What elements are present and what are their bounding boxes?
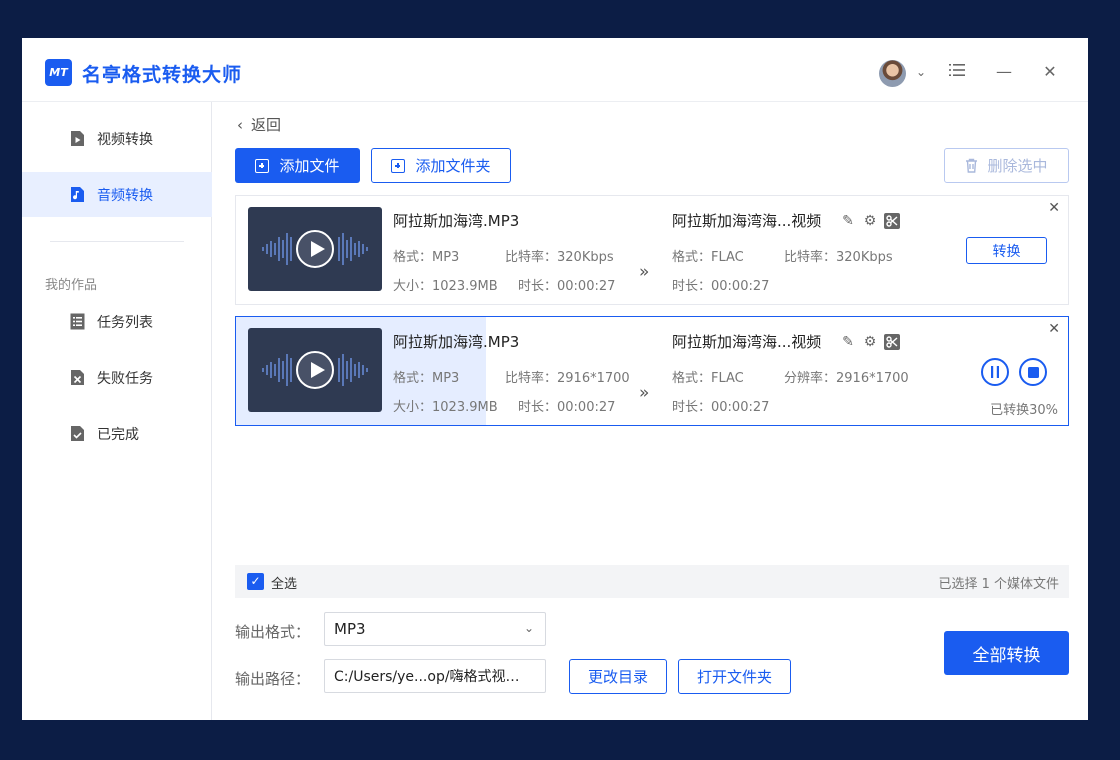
back-label: 返回 [251,116,282,134]
task-card[interactable]: 阿拉斯加海湾.MP3 格式：MP3 比特率：320Kbps 大小：1023.9M… [235,195,1069,305]
sidebar: 视频转换 音频转换 我的作品 任务列表 失败任务 已完成 [22,102,212,720]
user-avatar[interactable] [879,60,906,87]
pause-icon [990,366,1000,378]
conversion-status: 已转换30% [990,403,1058,418]
output-format-label: 输出格式： [235,623,311,641]
sidebar-item-label: 已完成 [97,426,139,443]
add-folder-label: 添加文件夹 [415,157,491,175]
source-duration: 时长：00:00:27 [518,279,616,294]
plus-icon [255,158,270,173]
source-file-name: 阿拉斯加海湾.MP3 [393,212,520,230]
thumbnail [248,207,382,291]
output-duration: 时长：00:00:27 [672,279,770,294]
gear-icon[interactable]: ⚙ [862,213,878,229]
plus-icon [391,158,406,173]
output-format: 格式：FLAC [672,371,744,386]
sidebar-item-failed-tasks[interactable]: 失败任务 [22,355,212,400]
change-directory-button[interactable]: 更改目录 [569,659,667,694]
select-all-checkbox[interactable]: ✓ [247,573,264,590]
output-format-value: MP3 [334,620,366,638]
convert-all-button[interactable]: 全部转换 [944,631,1069,675]
sidebar-item-completed[interactable]: 已完成 [22,411,212,456]
open-folder-button[interactable]: 打开文件夹 [678,659,791,694]
pause-button[interactable] [981,358,1009,386]
source-size: 大小：1023.9MB [393,400,498,415]
close-icon[interactable]: ✕ [1038,60,1062,84]
edit-icon[interactable]: ✎ [840,334,856,350]
output-file-name: 阿拉斯加海湾海...视频 [672,212,822,230]
sidebar-divider [50,241,184,242]
task-card-selected[interactable]: 阿拉斯加海湾.MP3 格式：MP3 比特率：2916*1700 大小：1023.… [235,316,1069,426]
convert-button[interactable]: 转换 [966,237,1047,264]
output-path-label: 输出路径： [235,670,311,688]
thumbnail [248,328,382,412]
sidebar-item-audio-convert[interactable]: 音频转换 [22,172,212,217]
add-file-button[interactable]: 添加文件 [235,148,360,183]
delete-selected-button[interactable]: 删除选中 [944,148,1069,183]
stop-button[interactable] [1019,358,1047,386]
output-format: 格式：FLAC [672,250,744,265]
gear-icon[interactable]: ⚙ [862,334,878,350]
output-path-field[interactable]: C:/Users/ye...op/嗨格式视… [324,659,546,693]
done-icon [70,425,85,442]
play-icon[interactable] [296,351,334,389]
menu-icon[interactable] [945,60,969,84]
audio-file-icon [70,186,85,203]
back-link[interactable]: ‹ 返回 [237,114,281,135]
trash-icon [965,158,978,173]
sidebar-item-task-list[interactable]: 任务列表 [22,299,212,344]
failed-icon [70,369,85,386]
output-file-name: 阿拉斯加海湾海...视频 [672,333,822,351]
selection-bar: ✓ 全选 已选择 1 个媒体文件 [235,565,1069,598]
play-icon[interactable] [296,230,334,268]
double-chevron-right-icon: » [639,383,650,403]
output-bitrate: 比特率：320Kbps [784,250,893,265]
output-format-select[interactable]: MP3 ⌄ [324,612,546,646]
source-bitrate: 比特率：2916*1700 [505,371,630,386]
double-chevron-right-icon: » [639,262,650,282]
minimize-icon[interactable]: — [992,60,1016,84]
chevron-left-icon: ‹ [237,115,243,134]
sidebar-item-label: 音频转换 [97,187,153,204]
title-bar: MT 名亭格式转换大师 ⌄ — ✕ [22,38,1088,102]
output-duration: 时长：00:00:27 [672,400,770,415]
remove-task-icon[interactable]: ✕ [1048,200,1060,216]
add-folder-button[interactable]: 添加文件夹 [371,148,511,183]
source-format: 格式：MP3 [393,250,460,265]
app-logo: MT [45,59,72,86]
delete-selected-label: 删除选中 [987,157,1048,175]
output-resolution: 分辨率：2916*1700 [784,371,909,386]
sidebar-item-label: 视频转换 [97,131,153,148]
source-duration: 时长：00:00:27 [518,400,616,415]
chevron-down-icon: ⌄ [523,621,534,635]
remove-task-icon[interactable]: ✕ [1048,321,1060,337]
sidebar-item-video-convert[interactable]: 视频转换 [22,116,212,161]
scissors-icon[interactable] [884,213,900,229]
scissors-icon[interactable] [884,334,900,350]
add-file-label: 添加文件 [279,157,340,175]
section-label-my-works: 我的作品 [45,278,98,293]
video-file-icon [70,130,85,147]
list-icon [70,313,85,330]
output-path-value: C:/Users/ye...op/嗨格式视… [334,669,520,685]
chevron-down-icon[interactable]: ⌄ [909,60,933,84]
app-title: 名亭格式转换大师 [82,64,243,86]
source-format: 格式：MP3 [393,371,460,386]
select-all-label: 全选 [271,577,298,592]
sidebar-item-label: 失败任务 [97,370,153,387]
source-file-name: 阿拉斯加海湾.MP3 [393,333,520,351]
app-window: MT 名亭格式转换大师 ⌄ — ✕ 视频转换 音频转换 我的作品 任务列表 失败… [22,38,1088,720]
selection-summary: 已选择 1 个媒体文件 [938,577,1059,592]
sidebar-item-label: 任务列表 [97,314,153,331]
edit-icon[interactable]: ✎ [840,213,856,229]
source-bitrate: 比特率：320Kbps [505,250,614,265]
stop-icon [1027,366,1039,378]
source-size: 大小：1023.9MB [393,279,498,294]
